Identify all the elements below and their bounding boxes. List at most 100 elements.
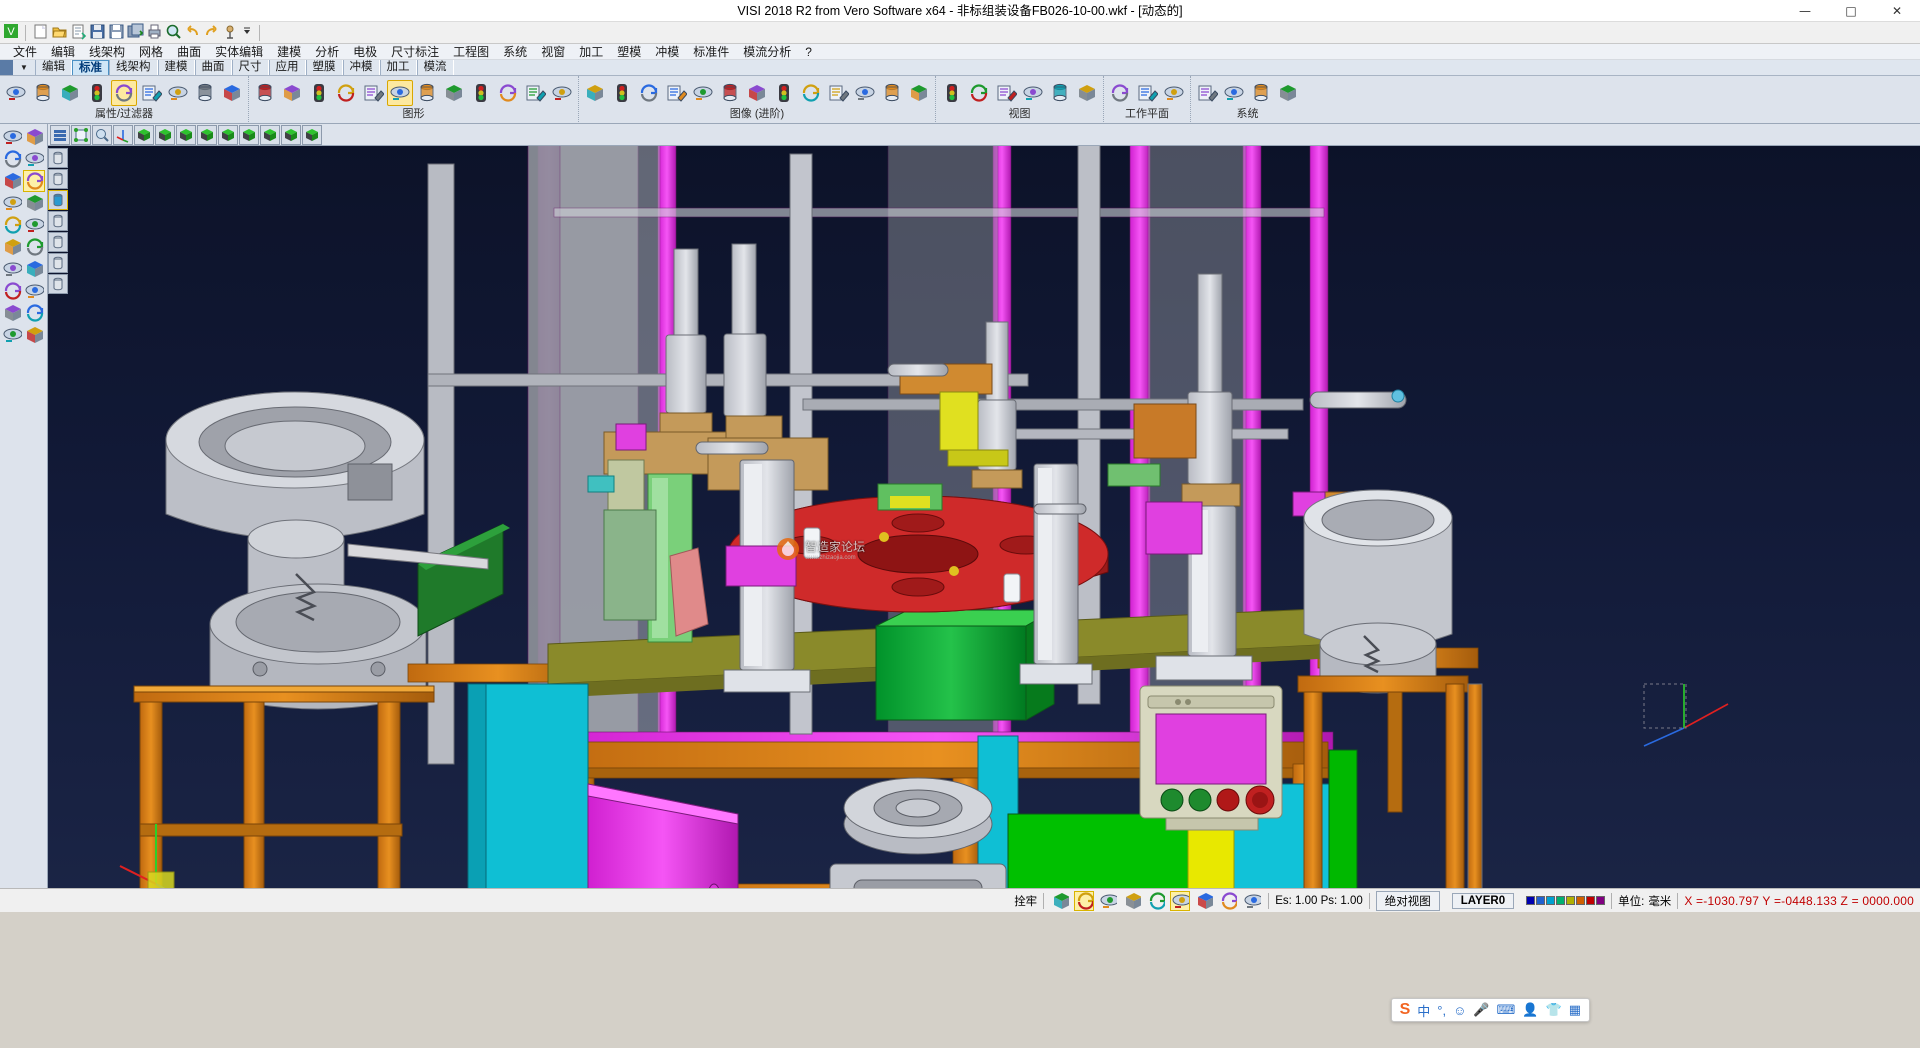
menu-help[interactable]: ? [798, 44, 819, 60]
menu-modeling[interactable]: 建模 [270, 44, 308, 60]
group-graphics-advanced-button-13[interactable] [906, 80, 932, 106]
zoom-window-icon[interactable] [1, 126, 23, 148]
window-minimize-button[interactable]: — [1782, 0, 1828, 22]
menu-press-mold[interactable]: 冲模 [648, 44, 686, 60]
view-iso-icon[interactable] [134, 125, 154, 145]
ime-user-icon[interactable]: 👤 [1522, 1002, 1538, 1018]
group-graphics-button-10[interactable] [495, 80, 521, 106]
doc-icon[interactable] [23, 324, 45, 346]
view-right-icon[interactable] [281, 125, 301, 145]
ime-voice-icon[interactable]: 🎤 [1473, 1002, 1489, 1018]
group-graphics-advanced-button-2[interactable] [609, 80, 635, 106]
section-icon[interactable] [1, 258, 23, 280]
group-graphics-button-7[interactable] [414, 80, 440, 106]
menu-file[interactable]: 文件 [6, 44, 44, 60]
group-properties-filter-button-3[interactable] [57, 80, 83, 106]
group-view-button-1[interactable] [939, 80, 965, 106]
cylinder-outline2-icon[interactable] [48, 169, 68, 189]
group-system-button-4[interactable] [1275, 80, 1301, 106]
refresh-status-icon[interactable] [1050, 891, 1070, 911]
cylinder-mesh-icon[interactable] [48, 232, 68, 252]
group-view-button-5[interactable] [1047, 80, 1073, 106]
menu-machining[interactable]: 加工 [572, 44, 610, 60]
menu-surface[interactable]: 曲面 [170, 44, 208, 60]
measure-icon[interactable] [222, 23, 239, 43]
save-as-icon[interactable] [108, 23, 125, 43]
tab-surface[interactable]: 曲面 [195, 60, 232, 75]
axis-icon[interactable] [1, 302, 23, 324]
group-properties-filter-button-2[interactable] [30, 80, 56, 106]
view-top-icon[interactable] [239, 125, 259, 145]
menu-standard-parts[interactable]: 标准件 [686, 44, 736, 60]
view-shaded-edges-icon[interactable] [218, 125, 238, 145]
redo-icon[interactable] [203, 23, 220, 43]
group-graphics-advanced-button-10[interactable] [825, 80, 851, 106]
cylinder-shade-icon[interactable] [48, 211, 68, 231]
group-graphics-advanced-button-4[interactable] [663, 80, 689, 106]
cylinder-outline-icon[interactable] [48, 148, 68, 168]
new-file-icon[interactable] [32, 23, 49, 43]
tab-plastic[interactable]: 塑膜 [306, 60, 343, 75]
qat-dropdown-icon[interactable] [241, 23, 253, 43]
ime-keyboard-icon[interactable]: ⌨ [1497, 1002, 1516, 1018]
group-properties-filter-button-1[interactable] [3, 80, 29, 106]
group-properties-filter-button-5[interactable] [111, 80, 137, 106]
view-iso2-icon[interactable] [302, 125, 322, 145]
print-icon[interactable] [146, 23, 163, 43]
group-view-button-6[interactable] [1074, 80, 1100, 106]
grid-icon[interactable] [23, 280, 45, 302]
color-swatch-4[interactable] [1556, 896, 1565, 905]
zoom-icon[interactable] [92, 125, 112, 145]
tab-standard[interactable]: 标准 [72, 60, 109, 75]
plane-icon[interactable] [1194, 891, 1214, 911]
window-split-icon[interactable] [1242, 891, 1262, 911]
menu-electrode[interactable]: 电极 [346, 44, 384, 60]
ime-chinese-mode[interactable]: 中 [1417, 1001, 1430, 1020]
status-view-mode[interactable]: 绝对视图 [1370, 889, 1446, 913]
color-swatch-3[interactable] [1546, 896, 1555, 905]
layer-text[interactable]: LAYER0 [1452, 893, 1514, 909]
group-system-button-3[interactable] [1248, 80, 1274, 106]
group-graphics-advanced-button-5[interactable] [690, 80, 716, 106]
color-swatch-8[interactable] [1596, 896, 1605, 905]
group-graphics-advanced-button-8[interactable] [771, 80, 797, 106]
group-properties-filter-button-9[interactable] [219, 80, 245, 106]
check-layer-icon[interactable] [23, 170, 45, 192]
group-view-button-3[interactable] [993, 80, 1019, 106]
cube-highlight-icon[interactable] [1170, 891, 1190, 911]
wcs-axis-icon[interactable] [113, 125, 133, 145]
viewport[interactable]: Z 智造家论坛 www.zhizaojia.com [48, 124, 1920, 888]
group-graphics-advanced-button-7[interactable] [744, 80, 770, 106]
group-graphics-button-4[interactable] [333, 80, 359, 106]
ime-skin-icon[interactable]: 👕 [1546, 1002, 1562, 1018]
tab-moldflow[interactable]: 模流 [417, 60, 454, 75]
group-graphics-button-8[interactable] [441, 80, 467, 106]
ime-punctuation[interactable]: °, [1437, 1003, 1446, 1018]
group-graphics-button-9[interactable] [468, 80, 494, 106]
layer-icon[interactable] [1, 324, 23, 346]
magic-wand-icon[interactable] [1074, 891, 1094, 911]
group-workplane-button-1[interactable] [1107, 80, 1133, 106]
color-swatch-6[interactable] [1576, 896, 1585, 905]
delete-solid-icon[interactable] [1146, 891, 1166, 911]
curve-edit-icon[interactable] [23, 148, 45, 170]
window-close-button[interactable]: ✕ [1874, 0, 1920, 22]
tab-press[interactable]: 冲模 [343, 60, 380, 75]
ruler-icon[interactable] [23, 258, 45, 280]
home-view-icon[interactable] [1098, 891, 1118, 911]
view-mode-text[interactable]: 绝对视图 [1376, 891, 1440, 911]
group-properties-filter-button-4[interactable] [84, 80, 110, 106]
help-question-icon[interactable] [1122, 891, 1142, 911]
edit-pen-icon[interactable] [23, 126, 45, 148]
group-workplane-button-2[interactable] [1134, 80, 1160, 106]
view-wireframe-icon[interactable] [155, 125, 175, 145]
menu-analysis[interactable]: 分析 [308, 44, 346, 60]
menu-window[interactable]: 视窗 [534, 44, 572, 60]
group-graphics-button-12[interactable] [549, 80, 575, 106]
fit-screen-icon[interactable] [1, 148, 23, 170]
sogou-logo-icon[interactable]: S [1400, 1001, 1411, 1019]
group-graphics-button-5[interactable] [360, 80, 386, 106]
cylinder-solid-icon[interactable] [48, 190, 68, 210]
ribbon-collapse-icon[interactable]: ▼ [13, 60, 35, 75]
snap-icon[interactable] [23, 302, 45, 324]
